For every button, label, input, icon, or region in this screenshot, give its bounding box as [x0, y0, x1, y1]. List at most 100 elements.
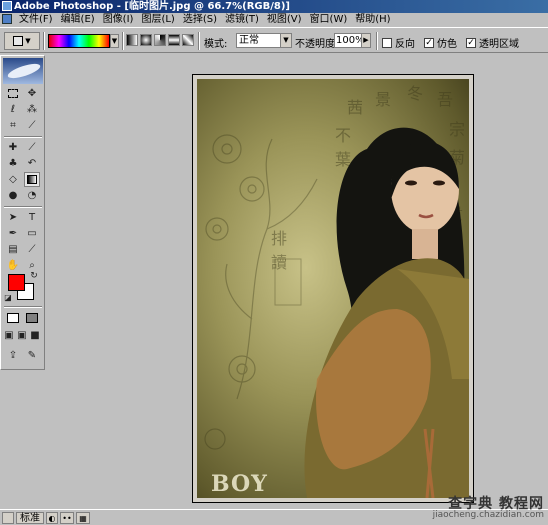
tool-preset-picker[interactable]: ▼ [4, 32, 40, 50]
marquee-tool-icon[interactable] [5, 86, 21, 101]
menu-layer[interactable]: 图层(L) [137, 13, 178, 27]
lasso-tool-icon[interactable]: ℓ [5, 102, 21, 117]
eraser-tool-icon[interactable]: ◇ [5, 172, 21, 187]
mode-select[interactable]: 正常 ▼ [236, 33, 292, 48]
default-colors-icon[interactable]: ◪ [3, 292, 13, 302]
svg-text:宗: 宗 [449, 120, 465, 139]
path-selection-tool-icon[interactable]: ➤ [5, 210, 21, 225]
dither-checkbox[interactable]: ✓ 仿色 [424, 35, 457, 50]
keyboard-icon[interactable]: ▦ [76, 512, 90, 524]
toolbox-header-logo[interactable] [3, 58, 43, 84]
history-brush-tool-icon[interactable]: ↶ [24, 156, 40, 171]
screen-mode-full-icon[interactable]: ■ [29, 328, 41, 343]
toolbox-divider [4, 306, 42, 308]
slice-tool-icon[interactable]: ⟋ [24, 118, 40, 133]
document-canvas[interactable]: 茜景冬吾 不葉宗菊 排讀貴 BOY [197, 79, 469, 498]
jump-to-imageready-icon[interactable]: ⇪ [5, 348, 21, 363]
radial-gradient-icon[interactable] [140, 34, 152, 46]
hand-tool-icon[interactable]: ✋ [5, 258, 21, 273]
options-divider [376, 32, 378, 50]
svg-text:讀: 讀 [271, 253, 287, 272]
menu-select[interactable]: 选择(S) [179, 13, 221, 27]
svg-text:葉: 葉 [335, 150, 351, 169]
menu-help[interactable]: 帮助(H) [351, 13, 394, 27]
angle-gradient-icon[interactable] [154, 34, 166, 46]
toolbox: ✥ ℓ ⁂ ⌗ ⟋ ✚ ⟋ ♣ ↶ ◇ ● ◔ ➤ T ✒ ▭ ▤ ⟋ ✋ ⌕ … [0, 55, 45, 370]
transparency-checkbox[interactable]: ✓ 透明区域 [466, 35, 519, 50]
watermark-url: jiaocheng.chazidian.com [432, 510, 544, 520]
linear-gradient-icon[interactable] [126, 34, 138, 46]
toolbox-divider [4, 206, 42, 208]
notes-tool-icon[interactable]: ▤ [5, 242, 21, 257]
gradient-picker-arrow[interactable]: ▼ [110, 34, 119, 48]
menu-file[interactable]: 文件(F) [15, 13, 57, 27]
opacity-slider-arrow[interactable]: ▶ [361, 33, 371, 48]
standard-mode-icon[interactable] [5, 310, 21, 325]
reverse-label: 反向 [395, 39, 415, 50]
options-divider [43, 32, 45, 50]
healing-brush-tool-icon[interactable]: ✚ [5, 140, 21, 155]
toolbox-divider [4, 136, 42, 138]
crop-tool-icon[interactable]: ⌗ [5, 118, 21, 133]
svg-text:不: 不 [335, 126, 351, 145]
portrait-photo: 茜景冬吾 不葉宗菊 排讀貴 [204, 84, 469, 498]
dots-icon[interactable]: •• [60, 512, 74, 524]
menu-filter[interactable]: 滤镜(T) [221, 13, 263, 27]
options-divider [122, 32, 124, 50]
window-title: Adobe Photoshop - [临时图片.jpg @ 66.7%(RGB/… [14, 1, 290, 12]
watermark-title: 查字典 教程网 [448, 496, 544, 512]
tool-preset-icon [13, 36, 24, 46]
reflected-gradient-icon[interactable] [168, 34, 180, 46]
magic-wand-tool-icon[interactable]: ⁂ [24, 102, 40, 117]
transparency-checkbox-box[interactable]: ✓ [466, 37, 476, 48]
app-logo-icon[interactable] [2, 512, 14, 524]
quick-mask-mode-icon[interactable] [24, 310, 40, 325]
imageready-icon[interactable]: ✎ [24, 348, 40, 363]
dither-label: 仿色 [437, 39, 457, 50]
swap-colors-icon[interactable]: ↻ [28, 270, 40, 282]
blur-tool-icon[interactable]: ● [5, 188, 21, 203]
svg-text:景: 景 [375, 90, 391, 109]
dither-checkbox-box[interactable]: ✓ [424, 37, 434, 48]
photo-brand-text: BOY [211, 471, 268, 497]
opacity-label: 不透明度: [295, 39, 339, 50]
title-bar: Adobe Photoshop - [临时图片.jpg @ 66.7%(RGB/… [0, 0, 548, 13]
screen-mode-full-menu-icon[interactable]: ▣ [16, 328, 28, 343]
pen-tool-icon[interactable]: ✒ [5, 226, 21, 241]
photoshop-app-icon [2, 1, 12, 11]
screen-mode-standard-icon[interactable]: ▣ [3, 328, 15, 343]
menu-image[interactable]: 图像(I) [99, 13, 138, 27]
diamond-gradient-icon[interactable] [182, 34, 194, 46]
brush-tool-icon[interactable]: ⟋ [24, 140, 40, 155]
foreground-color-swatch[interactable] [8, 274, 25, 291]
mode-select-value: 正常 [239, 35, 259, 46]
gradient-tool-icon[interactable] [24, 172, 40, 187]
svg-text:冬: 冬 [407, 84, 423, 103]
menu-view[interactable]: 视图(V) [263, 13, 306, 27]
reverse-checkbox[interactable]: 反向 [382, 35, 415, 50]
clone-stamp-tool-icon[interactable]: ♣ [5, 156, 21, 171]
svg-text:排: 排 [271, 229, 287, 248]
document-window: 茜景冬吾 不葉宗菊 排讀貴 BOY [192, 74, 474, 503]
type-tool-icon[interactable]: T [24, 210, 40, 225]
options-bar: ▼ ▼ 模式: 正常 ▼ 不透明度: 100% ▶ 反向 ✓ 仿色 ✓ 透明区域 [0, 27, 548, 53]
menu-window[interactable]: 窗口(W) [306, 13, 352, 27]
move-tool-icon[interactable]: ✥ [24, 86, 40, 101]
menu-edit[interactable]: 编辑(E) [57, 13, 99, 27]
chevron-down-icon: ▼ [25, 37, 31, 45]
reverse-checkbox-box[interactable] [382, 37, 392, 48]
menu-bar: 文件(F) 编辑(E) 图像(I) 图层(L) 选择(S) 滤镜(T) 视图(V) 窗口(W)… [0, 13, 548, 27]
moon-icon[interactable]: ◐ [46, 512, 58, 524]
options-divider [198, 32, 200, 50]
rectangle-tool-icon[interactable]: ▭ [24, 226, 40, 241]
document-menu-icon[interactable] [2, 14, 12, 24]
eyedropper-tool-icon[interactable]: ⟋ [24, 242, 40, 257]
dodge-tool-icon[interactable]: ◔ [24, 188, 40, 203]
gradient-picker[interactable] [48, 34, 110, 48]
opacity-input[interactable]: 100% [334, 33, 365, 48]
svg-text:吾: 吾 [437, 90, 453, 109]
svg-text:茜: 茜 [347, 98, 363, 117]
standard-mode-button[interactable]: 标准 [16, 512, 44, 524]
transparency-label: 透明区域 [479, 39, 519, 50]
mode-label: 模式: [204, 39, 228, 50]
